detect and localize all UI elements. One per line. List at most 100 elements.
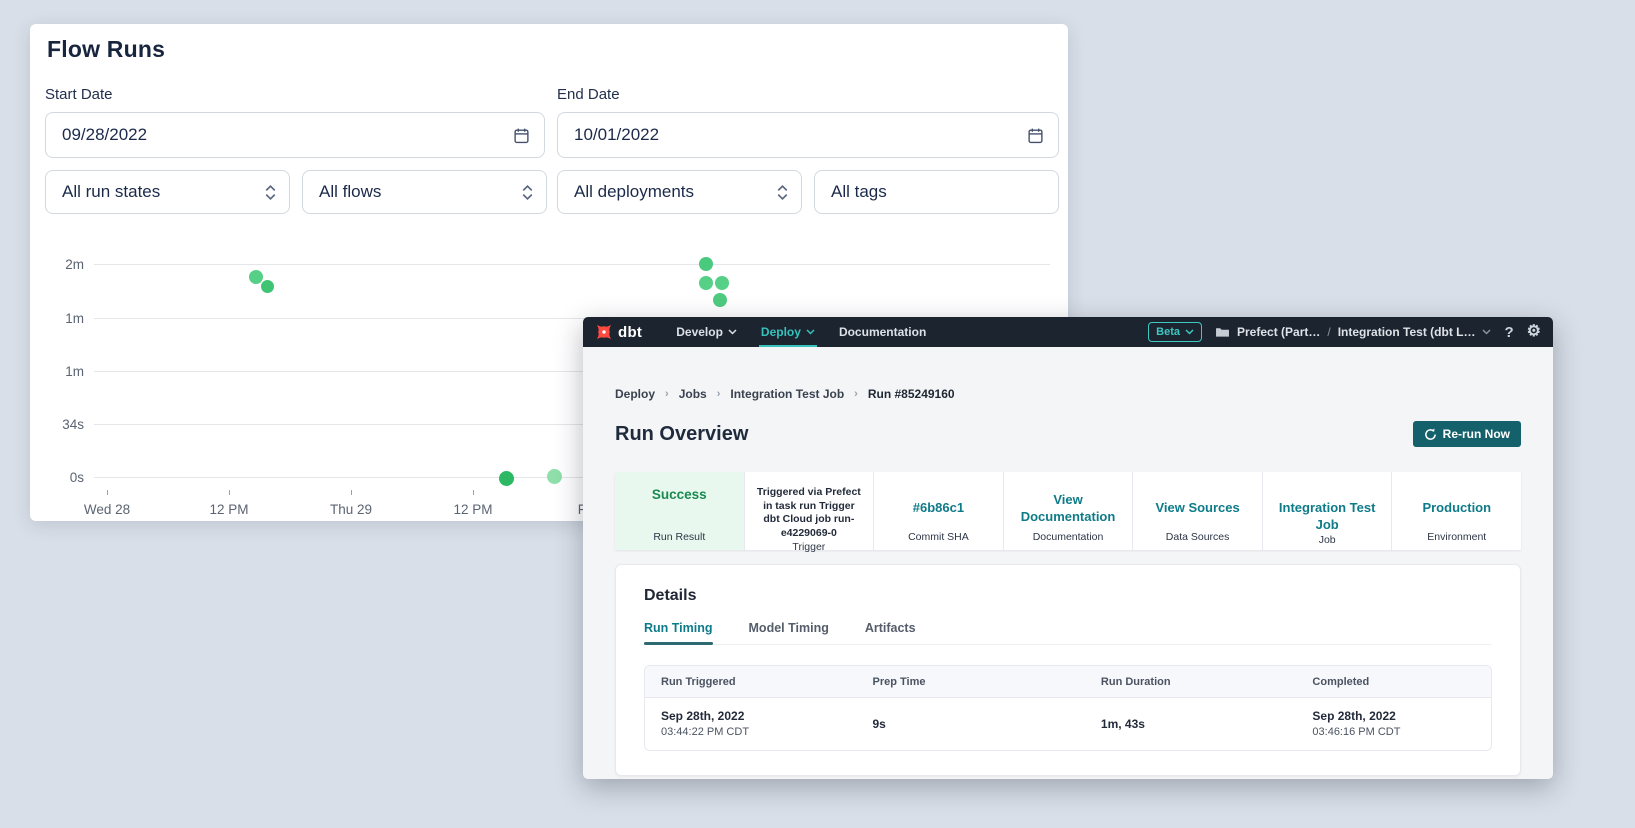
completed-date: Sep 28th, 2022 xyxy=(1312,709,1491,723)
dbt-cloud-window: dbt Develop Deploy Documentation Beta xyxy=(583,317,1553,779)
page-title: Flow Runs xyxy=(47,36,165,63)
col-run-triggered: Run Triggered xyxy=(645,666,857,697)
card-run-result: Success Run Result xyxy=(615,472,744,550)
card-data-sources: View Sources Data Sources xyxy=(1132,472,1262,550)
environment-link[interactable]: Production xyxy=(1422,500,1491,517)
flow-run-dot[interactable] xyxy=(699,257,713,271)
end-date-input[interactable]: 10/01/2022 xyxy=(557,112,1059,158)
run-triggered-time: 03:44:22 PM CDT xyxy=(661,726,857,738)
rerun-now-button[interactable]: Re-run Now xyxy=(1413,421,1521,447)
calendar-icon[interactable] xyxy=(513,127,530,144)
project-name: Prefect (Part… xyxy=(1237,325,1320,339)
flow-run-dot[interactable] xyxy=(699,276,713,290)
y-axis-tick-label: 0s xyxy=(30,470,84,485)
nav-item-documentation[interactable]: Documentation xyxy=(827,317,938,347)
chevron-up-down-icon xyxy=(776,184,789,201)
chart-gridline xyxy=(94,264,1050,265)
card-documentation: View Documentation Documentation xyxy=(1003,472,1133,550)
breadcrumb-separator: › xyxy=(665,388,669,400)
x-axis-tick-label: 12 PM xyxy=(194,502,264,517)
folder-icon xyxy=(1215,326,1230,338)
card-label: Run Result xyxy=(653,531,705,543)
y-axis-tick-label: 34s xyxy=(30,417,84,432)
chevron-down-icon xyxy=(728,329,737,335)
run-states-select[interactable]: All run states xyxy=(45,170,290,214)
refresh-icon xyxy=(1424,428,1437,441)
flow-run-dot[interactable] xyxy=(499,471,514,486)
nav-item-develop[interactable]: Develop xyxy=(664,317,749,347)
calendar-icon[interactable] xyxy=(1027,127,1044,144)
flow-run-dot[interactable] xyxy=(261,280,274,293)
col-run-duration: Run Duration xyxy=(1085,666,1297,697)
card-label: Documentation xyxy=(1033,531,1104,543)
breadcrumb: Deploy › Jobs › Integration Test Job › R… xyxy=(615,387,1521,401)
chevron-down-icon xyxy=(1185,329,1194,335)
flow-run-dot[interactable] xyxy=(713,293,727,307)
details-panel: Details Run Timing Model Timing Artifact… xyxy=(615,564,1521,776)
run-status-cards: Success Run Result Triggered via Prefect… xyxy=(615,472,1521,550)
deployments-select[interactable]: All deployments xyxy=(557,170,802,214)
nav-item-deploy[interactable]: Deploy xyxy=(749,317,827,347)
gear-icon[interactable]: ⚙ xyxy=(1527,324,1541,340)
help-icon[interactable]: ? xyxy=(1504,325,1513,340)
start-date-label: Start Date xyxy=(45,86,113,103)
table-row: Sep 28th, 2022 03:44:22 PM CDT 9s 1m, 43… xyxy=(645,698,1491,750)
dbt-top-nav: dbt Develop Deploy Documentation Beta xyxy=(583,317,1553,347)
y-axis-tick-label: 2m xyxy=(30,257,84,272)
x-axis-tick-mark xyxy=(473,490,474,495)
breadcrumb-job-name[interactable]: Integration Test Job xyxy=(730,387,844,401)
dbt-logo-icon xyxy=(595,323,613,341)
view-sources-link[interactable]: View Sources xyxy=(1155,500,1239,517)
flows-select[interactable]: All flows xyxy=(302,170,547,214)
deployments-value: All deployments xyxy=(574,182,776,202)
table-header-row: Run Triggered Prep Time Run Duration Com… xyxy=(645,666,1491,698)
view-documentation-link[interactable]: View Documentation xyxy=(1010,492,1127,526)
chevron-down-icon xyxy=(1482,329,1491,335)
flows-value: All flows xyxy=(319,182,521,202)
card-trigger: Triggered via Prefect in task run Trigge… xyxy=(744,472,874,550)
tab-run-timing[interactable]: Run Timing xyxy=(644,621,713,644)
tab-model-timing[interactable]: Model Timing xyxy=(749,621,829,644)
chevron-up-down-icon xyxy=(521,184,534,201)
tab-artifacts[interactable]: Artifacts xyxy=(865,621,916,644)
card-job: Integration Test Job Job xyxy=(1262,472,1392,550)
x-axis-tick-mark xyxy=(107,490,108,495)
environment-name: Integration Test (dbt L… xyxy=(1338,325,1476,339)
tags-select[interactable]: All tags xyxy=(814,170,1059,214)
run-timing-table: Run Triggered Prep Time Run Duration Com… xyxy=(644,665,1492,751)
run-states-value: All run states xyxy=(62,182,264,202)
y-axis-tick-label: 1m xyxy=(30,311,84,326)
card-commit-sha: #6b86c1 Commit SHA xyxy=(873,472,1003,550)
commit-sha-link[interactable]: #6b86c1 xyxy=(913,500,964,517)
col-completed: Completed xyxy=(1296,666,1491,697)
run-duration-value: 1m, 43s xyxy=(1101,717,1297,731)
details-tabs: Run Timing Model Timing Artifacts xyxy=(644,621,1492,645)
breadcrumb-deploy[interactable]: Deploy xyxy=(615,387,655,401)
y-axis-tick-label: 1m xyxy=(30,364,84,379)
flow-run-dot[interactable] xyxy=(249,270,263,284)
project-switcher[interactable]: Prefect (Part… / Integration Test (dbt L… xyxy=(1215,325,1491,339)
card-environment: Production Environment xyxy=(1391,472,1521,550)
details-title: Details xyxy=(644,587,1492,605)
flow-run-dot[interactable] xyxy=(547,469,562,484)
x-axis-tick-label: Thu 29 xyxy=(316,502,386,517)
chevron-up-down-icon xyxy=(264,184,277,201)
job-link[interactable]: Integration Test Job xyxy=(1269,500,1386,534)
card-label: Environment xyxy=(1427,531,1486,543)
tags-value: All tags xyxy=(831,182,1046,202)
breadcrumb-separator: › xyxy=(854,388,858,400)
card-label: Trigger xyxy=(792,541,825,553)
end-date-label: End Date xyxy=(557,86,620,103)
start-date-value: 09/28/2022 xyxy=(62,125,513,145)
flow-run-dot[interactable] xyxy=(715,276,729,290)
col-prep-time: Prep Time xyxy=(857,666,1085,697)
card-label: Commit SHA xyxy=(908,531,969,543)
completed-time: 03:46:16 PM CDT xyxy=(1312,726,1491,738)
run-triggered-date: Sep 28th, 2022 xyxy=(661,709,857,723)
x-axis-tick-label: 12 PM xyxy=(438,502,508,517)
end-date-value: 10/01/2022 xyxy=(574,125,1027,145)
dbt-logo[interactable]: dbt xyxy=(595,317,642,347)
breadcrumb-jobs[interactable]: Jobs xyxy=(679,387,707,401)
beta-dropdown[interactable]: Beta xyxy=(1148,322,1202,342)
start-date-input[interactable]: 09/28/2022 xyxy=(45,112,545,158)
